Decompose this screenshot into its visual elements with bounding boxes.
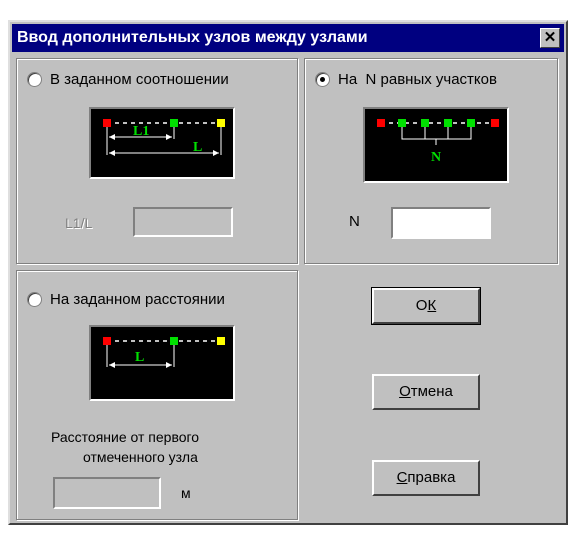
- distance-radio-label: На заданном расстоянии: [50, 291, 225, 308]
- distance-diagram: L: [89, 325, 235, 401]
- node-1: [398, 119, 406, 127]
- start-node: [103, 119, 111, 127]
- close-icon: ✕: [543, 29, 557, 46]
- ratio-diagram-svg: L1 L: [103, 119, 225, 156]
- ok-button[interactable]: ОК: [371, 287, 481, 325]
- ratio-radio-label: В заданном соотношении: [50, 71, 229, 88]
- title-bar: Ввод дополнительных узлов между узлами ✕: [12, 24, 564, 52]
- ok-label-first: О: [415, 297, 428, 314]
- distance-l-label: L: [135, 350, 144, 365]
- ratio-l1-label: L1: [133, 124, 149, 139]
- end-node: [217, 337, 225, 345]
- cancel-label-underlined: О: [399, 383, 411, 400]
- start-node: [103, 337, 111, 345]
- middle-node: [170, 337, 178, 345]
- end-node: [217, 119, 225, 127]
- ratio-input[interactable]: [133, 207, 233, 237]
- start-node: [377, 119, 385, 127]
- distance-diagram-svg: L: [103, 337, 225, 368]
- n-input[interactable]: [391, 207, 491, 239]
- help-button[interactable]: Справка: [372, 460, 480, 496]
- distance-input[interactable]: [53, 477, 161, 509]
- close-button[interactable]: ✕: [540, 28, 560, 48]
- middle-node: [170, 119, 178, 127]
- equal-parts-radio[interactable]: На N равных участков: [315, 71, 497, 88]
- ratio-field-label: L1/L: [65, 215, 93, 231]
- help-label-rest: правка: [407, 469, 456, 486]
- ratio-l-label: L: [193, 140, 202, 155]
- distance-description-line1: Расстояние от первого: [51, 429, 200, 445]
- cancel-label-rest: тмена: [410, 383, 453, 400]
- dialog-window: Ввод дополнительных узлов между узлами ✕…: [8, 20, 568, 525]
- ratio-radio[interactable]: В заданном соотношении: [27, 71, 229, 88]
- distance-unit: м: [181, 485, 191, 501]
- node-4: [467, 119, 475, 127]
- equal-parts-radio-button[interactable]: [315, 72, 330, 87]
- ratio-diagram: L1 L: [89, 107, 235, 179]
- node-3: [444, 119, 452, 127]
- equal-parts-diagram-svg: N: [377, 119, 499, 165]
- n-field-label: N: [349, 213, 360, 230]
- distance-description-line2: отмеченного узла: [83, 449, 198, 465]
- ratio-radio-button[interactable]: [27, 72, 42, 87]
- distance-radio[interactable]: На заданном расстоянии: [27, 291, 225, 308]
- node-2: [421, 119, 429, 127]
- equal-parts-n-label: N: [431, 150, 441, 165]
- distance-group: На заданном расстоянии L Расстояние от п…: [16, 270, 298, 520]
- ratio-group: В заданном соотношении L1 L L1/L: [16, 58, 298, 264]
- equal-parts-group: На N равных участков N N: [304, 58, 558, 264]
- equal-parts-diagram: N: [363, 107, 509, 183]
- equal-parts-radio-label: На N равных участков: [338, 71, 497, 88]
- ok-label-underlined: К: [427, 297, 437, 314]
- cancel-button[interactable]: Отмена: [372, 374, 480, 410]
- distance-radio-button[interactable]: [27, 292, 42, 307]
- help-label-underlined: С: [396, 469, 408, 486]
- end-node: [491, 119, 499, 127]
- dialog-title: Ввод дополнительных узлов между узлами: [17, 29, 368, 46]
